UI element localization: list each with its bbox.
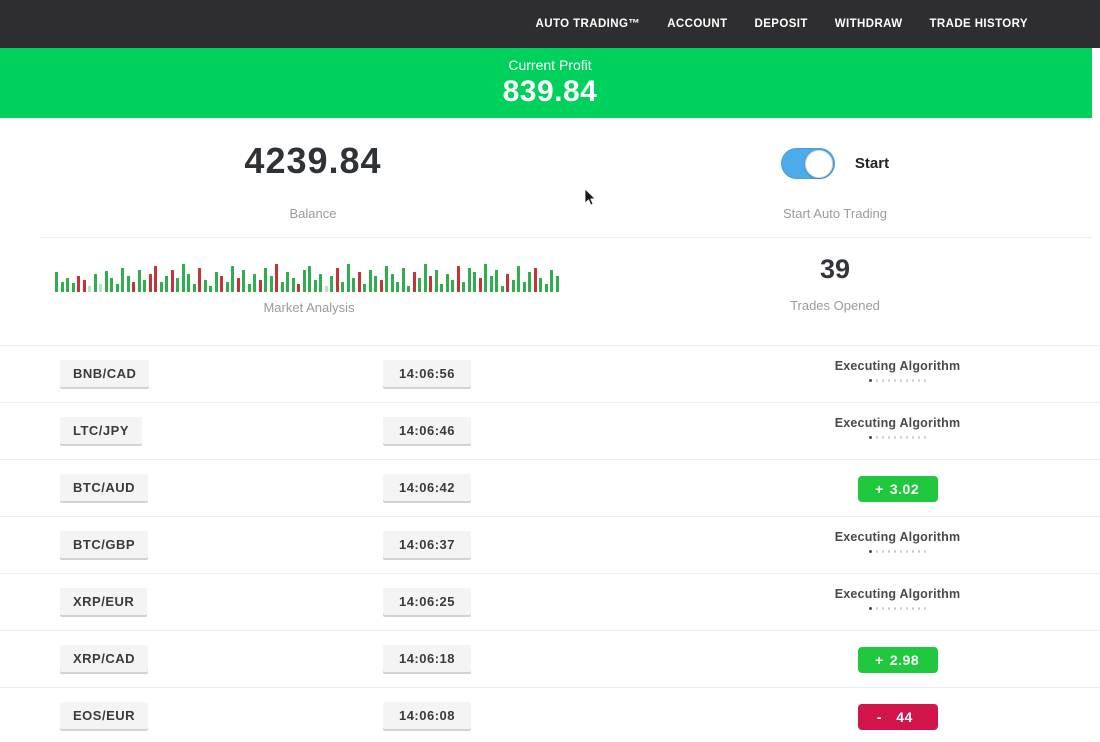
- time-badge: 14:06:42: [383, 474, 471, 501]
- time-badge: 14:06:46: [383, 417, 471, 444]
- nav-item-trade-history[interactable]: TRADE HISTORY: [930, 18, 1029, 30]
- trade-result-badge: +2.98: [858, 647, 938, 673]
- pair-badge: BNB/CAD: [60, 360, 149, 387]
- auto-trading-toggle-group: Start: [640, 148, 1030, 179]
- pair-badge: XRP/CAD: [60, 645, 148, 672]
- table-row: EOS/EUR 14:06:08 -44: [0, 687, 1100, 742]
- trades-list: BNB/CAD 14:06:56 Executing Algorithm LTC…: [0, 345, 1100, 742]
- trade-status-cell: -44: [780, 688, 1015, 742]
- section-divider: [40, 237, 1092, 238]
- pair-badge: BTC/AUD: [60, 474, 148, 501]
- nav-item-deposit[interactable]: DEPOSIT: [755, 18, 808, 30]
- nav-item-account[interactable]: ACCOUNT: [667, 18, 727, 30]
- time-badge: 14:06:56: [383, 360, 471, 387]
- toggle-knob: [805, 150, 833, 178]
- auto-trading-page: AUTO TRADING™ ACCOUNT DEPOSIT WITHDRAW T…: [0, 0, 1100, 742]
- table-row: XRP/CAD 14:06:18 +2.98: [0, 630, 1100, 687]
- table-row: BNB/CAD 14:06:56 Executing Algorithm: [0, 345, 1100, 402]
- time-badge: 14:06:18: [383, 645, 471, 672]
- current-profit-value: 839.84: [503, 75, 598, 109]
- trade-status-cell: Executing Algorithm: [780, 517, 1015, 574]
- market-analysis-chart: [55, 256, 563, 292]
- pair-badge: BTC/GBP: [60, 531, 148, 558]
- progress-dots: [869, 379, 927, 382]
- progress-dots: [869, 550, 927, 553]
- nav-item-auto-trading[interactable]: AUTO TRADING™: [536, 18, 641, 30]
- pair-badge: XRP/EUR: [60, 588, 147, 615]
- trade-result-badge: +3.02: [858, 476, 938, 502]
- start-toggle[interactable]: [781, 148, 835, 179]
- stats-section: 4239.84 Balance Start Start Auto Trading…: [0, 118, 1100, 345]
- balance-value: 4239.84: [0, 140, 626, 182]
- nav-item-withdraw[interactable]: WITHDRAW: [835, 18, 903, 30]
- start-toggle-label: Start: [855, 155, 889, 172]
- time-badge: 14:06:37: [383, 531, 471, 558]
- market-analysis-label: Market Analysis: [55, 300, 563, 315]
- time-badge: 14:06:08: [383, 702, 471, 729]
- current-profit-banner: Current Profit 839.84: [0, 48, 1100, 118]
- executing-algorithm-status: Executing Algorithm: [835, 416, 961, 439]
- table-row: LTC/JPY 14:06:46 Executing Algorithm: [0, 402, 1100, 459]
- trade-status-cell: Executing Algorithm: [780, 403, 1015, 460]
- trades-opened-label: Trades Opened: [640, 298, 1030, 313]
- banner-right-strip: [1092, 48, 1100, 118]
- progress-dots: [869, 607, 927, 610]
- trade-result-badge: -44: [858, 704, 938, 730]
- trade-status-cell: Executing Algorithm: [780, 346, 1015, 403]
- executing-algorithm-status: Executing Algorithm: [835, 587, 961, 610]
- balance-label: Balance: [0, 206, 626, 221]
- start-auto-trading-caption: Start Auto Trading: [640, 206, 1030, 221]
- pair-badge: EOS/EUR: [60, 702, 148, 729]
- pair-badge: LTC/JPY: [60, 417, 142, 444]
- progress-dots: [869, 436, 927, 439]
- trades-opened-value: 39: [640, 254, 1030, 285]
- trade-status-cell: +2.98: [780, 631, 1015, 688]
- executing-algorithm-status: Executing Algorithm: [835, 359, 961, 382]
- table-row: XRP/EUR 14:06:25 Executing Algorithm: [0, 573, 1100, 630]
- table-row: BTC/GBP 14:06:37 Executing Algorithm: [0, 516, 1100, 573]
- current-profit-label: Current Profit: [508, 57, 591, 73]
- top-navbar: AUTO TRADING™ ACCOUNT DEPOSIT WITHDRAW T…: [0, 0, 1100, 48]
- trade-status-cell: +3.02: [780, 460, 1015, 517]
- table-row: BTC/AUD 14:06:42 +3.02: [0, 459, 1100, 516]
- trade-status-cell: Executing Algorithm: [780, 574, 1015, 631]
- executing-algorithm-status: Executing Algorithm: [835, 530, 961, 553]
- time-badge: 14:06:25: [383, 588, 471, 615]
